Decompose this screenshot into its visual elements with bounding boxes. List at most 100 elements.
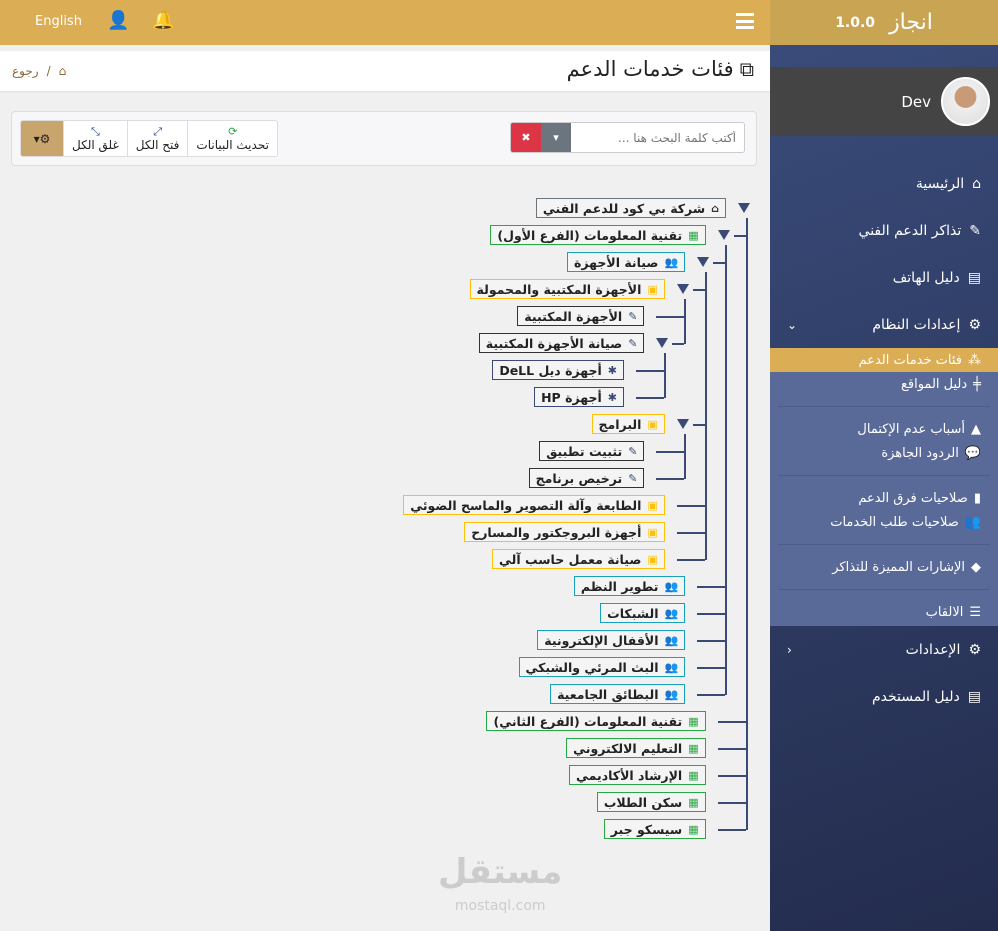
- sidebar-item-icon: ▤: [967, 269, 981, 286]
- tree-node[interactable]: 👥 البطائق الجامعية: [550, 684, 686, 704]
- node-label: صيانة الأجهزة المكتبية: [485, 335, 623, 351]
- node-label: سكن الطلاب: [603, 794, 683, 810]
- node-icon: ▣: [647, 552, 658, 566]
- submenu-item[interactable]: 👥 صلاحيات طلب الخدمات: [770, 510, 998, 534]
- tree-connector: [636, 397, 664, 399]
- tree-node[interactable]: ▦ تقنية المعلومات (الفرع الثاني): [486, 711, 706, 731]
- submenu-item[interactable]: ▮ صلاحيات فرق الدعم: [770, 486, 998, 510]
- node-icon: ▣: [647, 417, 658, 431]
- node-label: الطابعة وآلة التصوير والماسح الضوئي: [410, 497, 642, 513]
- collapse-toggle-icon[interactable]: [717, 230, 730, 240]
- tree-node[interactable]: ✎ تثبيت تطبيق: [539, 441, 645, 461]
- tree-node[interactable]: 👥 صيانة الأجهزة: [566, 252, 686, 272]
- node-label: البطائق الجامعية: [557, 686, 659, 702]
- node-label: البث المرئي والشبكي: [525, 659, 659, 675]
- node-icon: 👥: [664, 633, 679, 647]
- collapse-toggle-icon[interactable]: [738, 203, 750, 213]
- sidebar-item-label: إعدادات النظام: [872, 316, 961, 333]
- tree-connector: [717, 775, 746, 777]
- node-icon: ✎: [628, 309, 638, 323]
- submenu-item-label: صلاحيات فرق الدعم: [858, 490, 968, 506]
- tree-node[interactable]: ✎ الأجهزة المكتبية: [517, 306, 645, 326]
- node-icon: ▣: [647, 498, 658, 512]
- node-label: أجهزة البروجكتور والمسارح: [471, 524, 642, 540]
- tree-connector: [697, 613, 725, 615]
- node-label: صيانة معمل حاسب آلي: [499, 551, 642, 567]
- tree-node[interactable]: ⌂ شركة بي كود للدعم الفني: [535, 198, 726, 218]
- sidebar-item[interactable]: ▤ دليل الهاتف: [770, 254, 998, 301]
- sidebar-item-icon: ⚙: [968, 641, 981, 658]
- tree-node[interactable]: ✱ أجهزة ديل DeLL: [492, 360, 624, 380]
- submenu-item[interactable]: ☰ الالقاب: [770, 600, 998, 624]
- submenu-item-icon: 👥: [964, 514, 981, 530]
- submenu-item-icon: ⁂: [968, 352, 981, 368]
- node-label: سيسكو جبر: [610, 821, 683, 837]
- divider: [778, 475, 990, 476]
- tree-node[interactable]: 👥 تطوير النظم: [573, 576, 686, 596]
- tree-node[interactable]: ▦ سيسكو جبر: [603, 819, 706, 839]
- node-icon: ▦: [688, 228, 699, 242]
- collapse-toggle-icon[interactable]: [656, 338, 669, 348]
- tree-node[interactable]: ▦ التعليم الالكتروني: [566, 738, 706, 758]
- node-icon: ✎: [628, 471, 638, 485]
- user-panel[interactable]: Dev: [770, 67, 998, 136]
- divider: [778, 544, 990, 545]
- tree-connector: [717, 748, 746, 750]
- submenu-item[interactable]: ╪ دليل المواقع: [770, 372, 998, 396]
- collapse-toggle-icon[interactable]: [697, 257, 710, 267]
- node-label: الأقفال الإلكترونية: [544, 632, 659, 648]
- submenu-item-icon: ╪: [973, 376, 981, 392]
- sidebar-item-label: الرئيسية: [915, 175, 965, 192]
- node-label: الشبكات: [607, 605, 659, 621]
- submenu-item-label: الردود الجاهزة: [881, 445, 959, 461]
- submenu-item[interactable]: ▲ أسباب عدم الإكتمال: [770, 417, 998, 441]
- tree-node[interactable]: ▣ البرامج: [591, 414, 665, 434]
- submenu-item-label: الالقاب: [925, 604, 964, 620]
- tree-node[interactable]: 👥 البث المرئي والشبكي: [518, 657, 686, 677]
- tree-connector: [713, 262, 725, 264]
- tree-connector: [697, 640, 725, 642]
- node-icon: ▦: [688, 714, 699, 728]
- sidebar-item[interactable]: ⚙ الإعدادات ‹: [770, 626, 998, 673]
- sidebar-item[interactable]: ▤ دليل المستخدم: [770, 673, 998, 720]
- avatar: [941, 77, 990, 126]
- tree-connector: [705, 272, 707, 560]
- tree-connector: [636, 370, 664, 372]
- submenu-item-label: دليل المواقع: [900, 376, 968, 392]
- sidebar-item[interactable]: ✎ تذاكر الدعم الفني: [770, 207, 998, 254]
- submenu-item[interactable]: ⁂ فئات خدمات الدعم: [770, 348, 998, 372]
- submenu-item[interactable]: ◆ الإشارات المميزة للتذاكر: [770, 555, 998, 579]
- node-icon: ✎: [628, 336, 638, 350]
- tree-node[interactable]: ✎ صيانة الأجهزة المكتبية: [478, 333, 645, 353]
- chevron-icon[interactable]: ‹: [787, 643, 792, 657]
- tree-node[interactable]: ▣ الطابعة وآلة التصوير والماسح الضوئي: [403, 495, 665, 515]
- version: 1.0.0: [835, 14, 876, 31]
- tree-node[interactable]: ▣ صيانة معمل حاسب آلي: [492, 549, 665, 569]
- node-icon: 👥: [664, 687, 679, 701]
- tree-node[interactable]: 👥 الشبكات: [600, 603, 686, 623]
- tree-node[interactable]: ▣ الأجهزة المكتبية والمحمولة: [469, 279, 665, 299]
- submenu-item[interactable]: 💬 الردود الجاهزة: [770, 441, 998, 465]
- sidebar-item[interactable]: ⚙ إعدادات النظام ⌄: [770, 301, 998, 348]
- tree-node[interactable]: 👥 الأقفال الإلكترونية: [537, 630, 686, 650]
- submenu-item-icon: ▮: [973, 490, 981, 506]
- chevron-icon[interactable]: ⌄: [787, 318, 797, 332]
- tree-node[interactable]: ▣ أجهزة البروجكتور والمسارح: [464, 522, 665, 542]
- tree-node[interactable]: ✎ ترخيص برنامج: [528, 468, 645, 488]
- tree-connector: [697, 667, 725, 669]
- node-icon: 👥: [664, 255, 679, 269]
- tree-node[interactable]: ✱ أجهزة HP: [534, 387, 624, 407]
- node-label: تطوير النظم: [580, 578, 659, 594]
- tree-node[interactable]: ▦ الإرشاد الأكاديمي: [568, 765, 706, 785]
- tree-connector: [676, 505, 705, 507]
- submenu-item-icon: ▲: [971, 421, 981, 437]
- tree-node[interactable]: ▦ تقنية المعلومات (الفرع الأول): [490, 225, 706, 245]
- collapse-toggle-icon[interactable]: [676, 419, 689, 429]
- node-icon: 👥: [664, 606, 679, 620]
- sidebar-item[interactable]: ⌂ الرئيسية: [770, 160, 998, 207]
- tree-connector: [746, 218, 748, 830]
- collapse-toggle-icon[interactable]: [676, 284, 689, 294]
- watermark: مستقل mostaql.com: [438, 855, 562, 923]
- node-label: أجهزة ديل DeLL: [499, 362, 602, 378]
- tree-node[interactable]: ▦ سكن الطلاب: [596, 792, 706, 812]
